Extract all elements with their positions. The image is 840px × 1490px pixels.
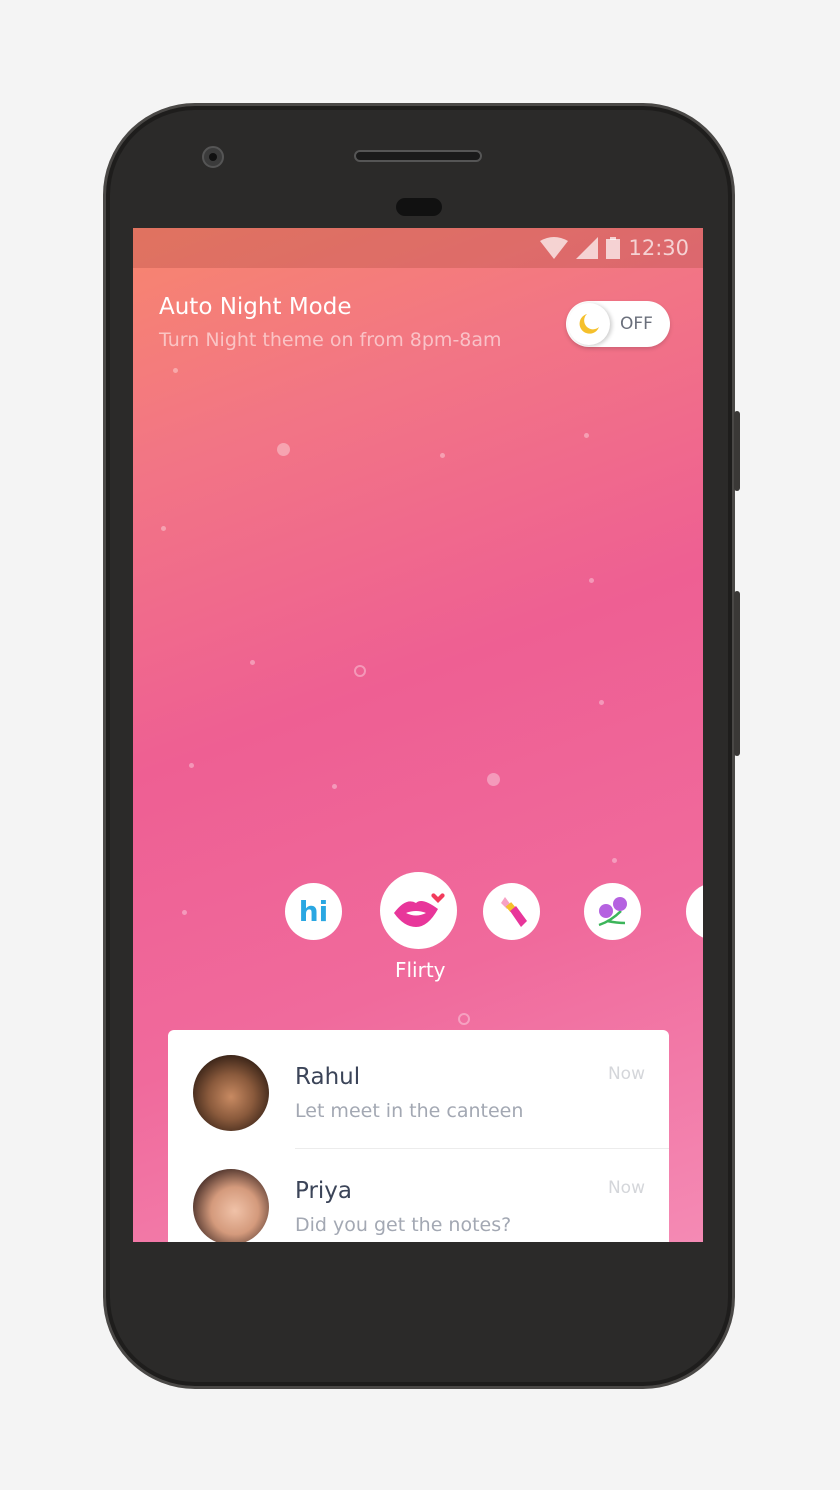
lipstick-icon [500,896,527,927]
night-mode-subtitle: Turn Night theme on from 8pm-8am [159,329,502,351]
chat-message: Let meet in the canteen [295,1100,524,1122]
sticker-hi[interactable]: hi [285,883,342,940]
decor-dot [584,433,589,438]
battery-icon [606,237,621,259]
decor-dot [189,763,194,768]
chat-name: Rahul [295,1064,361,1090]
decor-dot [277,443,290,456]
lips-icon [393,892,445,927]
avatar [193,1055,269,1131]
sticker-lipstick[interactable] [483,883,540,940]
selected-sticker-label: Flirty [395,958,446,982]
sticker-flirty[interactable] [380,872,457,949]
app-screen: 12:30 Auto Night Mode Turn Night theme o… [133,228,703,1242]
clock: 12:30 [628,236,689,260]
decor-dot [250,660,255,665]
proximity-sensor [396,198,442,216]
earpiece-speaker [354,150,482,162]
chat-row[interactable]: Priya Did you get the notes? Now [168,1144,669,1242]
toggle-knob [568,303,610,345]
decor-ring [458,1013,470,1025]
status-bar: 12:30 [133,228,703,268]
night-mode-title: Auto Night Mode [159,294,352,320]
decor-dot [173,368,178,373]
hi-logo: hi [298,895,329,928]
front-camera [202,146,224,168]
decor-dot [182,910,187,915]
chat-time: Now [607,1178,645,1198]
decor-dot [487,773,500,786]
avatar [193,1169,269,1242]
chat-time: Now [607,1064,645,1084]
decor-dot [161,526,166,531]
chat-message: Did you get the notes? [295,1214,512,1236]
sticker-more[interactable] [686,883,703,940]
decor-dot [440,453,445,458]
decor-dot [332,784,337,789]
chat-row[interactable]: Rahul Let meet in the canteen Now [168,1030,669,1149]
signal-icon [576,237,599,259]
moon-icon [579,314,599,334]
sticker-flowers[interactable] [584,883,641,940]
decor-dot [612,858,617,863]
volume-button[interactable] [734,591,740,756]
power-button[interactable] [734,411,740,491]
decor-dot [599,700,604,705]
wifi-icon [540,237,569,259]
chat-name: Priya [295,1178,353,1204]
night-mode-toggle[interactable]: OFF [566,301,670,347]
flowers-icon [598,896,627,926]
decor-ring [354,665,366,677]
decor-dot [589,578,594,583]
toggle-label: OFF [620,314,653,334]
chat-list: Rahul Let meet in the canteen Now Priya … [168,1030,669,1242]
